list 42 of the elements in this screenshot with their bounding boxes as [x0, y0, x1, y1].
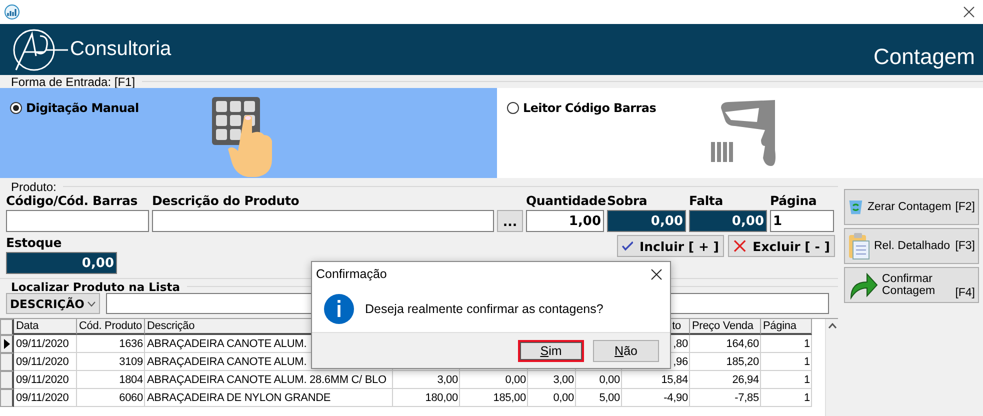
dialog-title: Confirmação: [316, 267, 387, 281]
table-cell: 180,00: [393, 389, 460, 407]
table-cell: 0,00: [460, 371, 528, 389]
field-label: Descrição do Produto: [152, 193, 300, 210]
field-label: Sobra: [607, 193, 648, 210]
table-cell: 09/11/2020: [14, 389, 77, 407]
field-label: Página: [770, 193, 818, 210]
page-title: Contagem: [873, 44, 975, 71]
table-cell: 6060: [77, 389, 145, 407]
table-cell: 3109: [77, 353, 145, 371]
table-cell: 0,00: [576, 371, 622, 389]
readout-field: 0,00: [689, 210, 767, 232]
table-cell: 09/11/2020: [14, 335, 77, 353]
table-cell: 1636: [77, 335, 145, 353]
table-cell: 185,20: [690, 353, 761, 371]
table-cell: 26,94: [690, 371, 761, 389]
table-cell: 09/11/2020: [14, 353, 77, 371]
dialog-message: Deseja realmente confirmar as contagens?: [365, 302, 604, 316]
table-cell: ABRAÇADEIRA CANOTE ALUM. 28.6MM C/ BLO: [145, 371, 393, 389]
table-cell: 1804: [77, 371, 145, 389]
field-label: Falta: [689, 193, 724, 210]
table-cell: 164,60: [690, 335, 761, 353]
table-cell: 1: [761, 335, 812, 353]
table-cell: 5,00: [576, 389, 622, 407]
table-cell: 15,84: [622, 371, 690, 389]
brand-name: Consultoria: [70, 38, 172, 61]
table-cell: 1: [761, 353, 812, 371]
field-label: Estoque: [6, 235, 62, 252]
table-cell: 3,00: [528, 371, 576, 389]
table-cell: 1: [761, 371, 812, 389]
field-label: Código/Cód. Barras: [6, 193, 138, 210]
table-cell: -7,85: [690, 389, 761, 407]
readout-field: 0,00: [607, 210, 686, 232]
table-cell: ABRAÇADEIRA DE NYLON GRANDE: [145, 389, 393, 407]
table-cell: 0,00: [528, 389, 576, 407]
table-cell: 1: [761, 389, 812, 407]
field-label: Quantidade: [526, 193, 604, 210]
table-cell: 09/11/2020: [14, 371, 77, 389]
table-cell: 3,00: [393, 371, 460, 389]
table-cell: -4,90: [622, 389, 690, 407]
table-cell: 185,00: [460, 389, 528, 407]
readout-field: 0,00: [6, 252, 117, 274]
